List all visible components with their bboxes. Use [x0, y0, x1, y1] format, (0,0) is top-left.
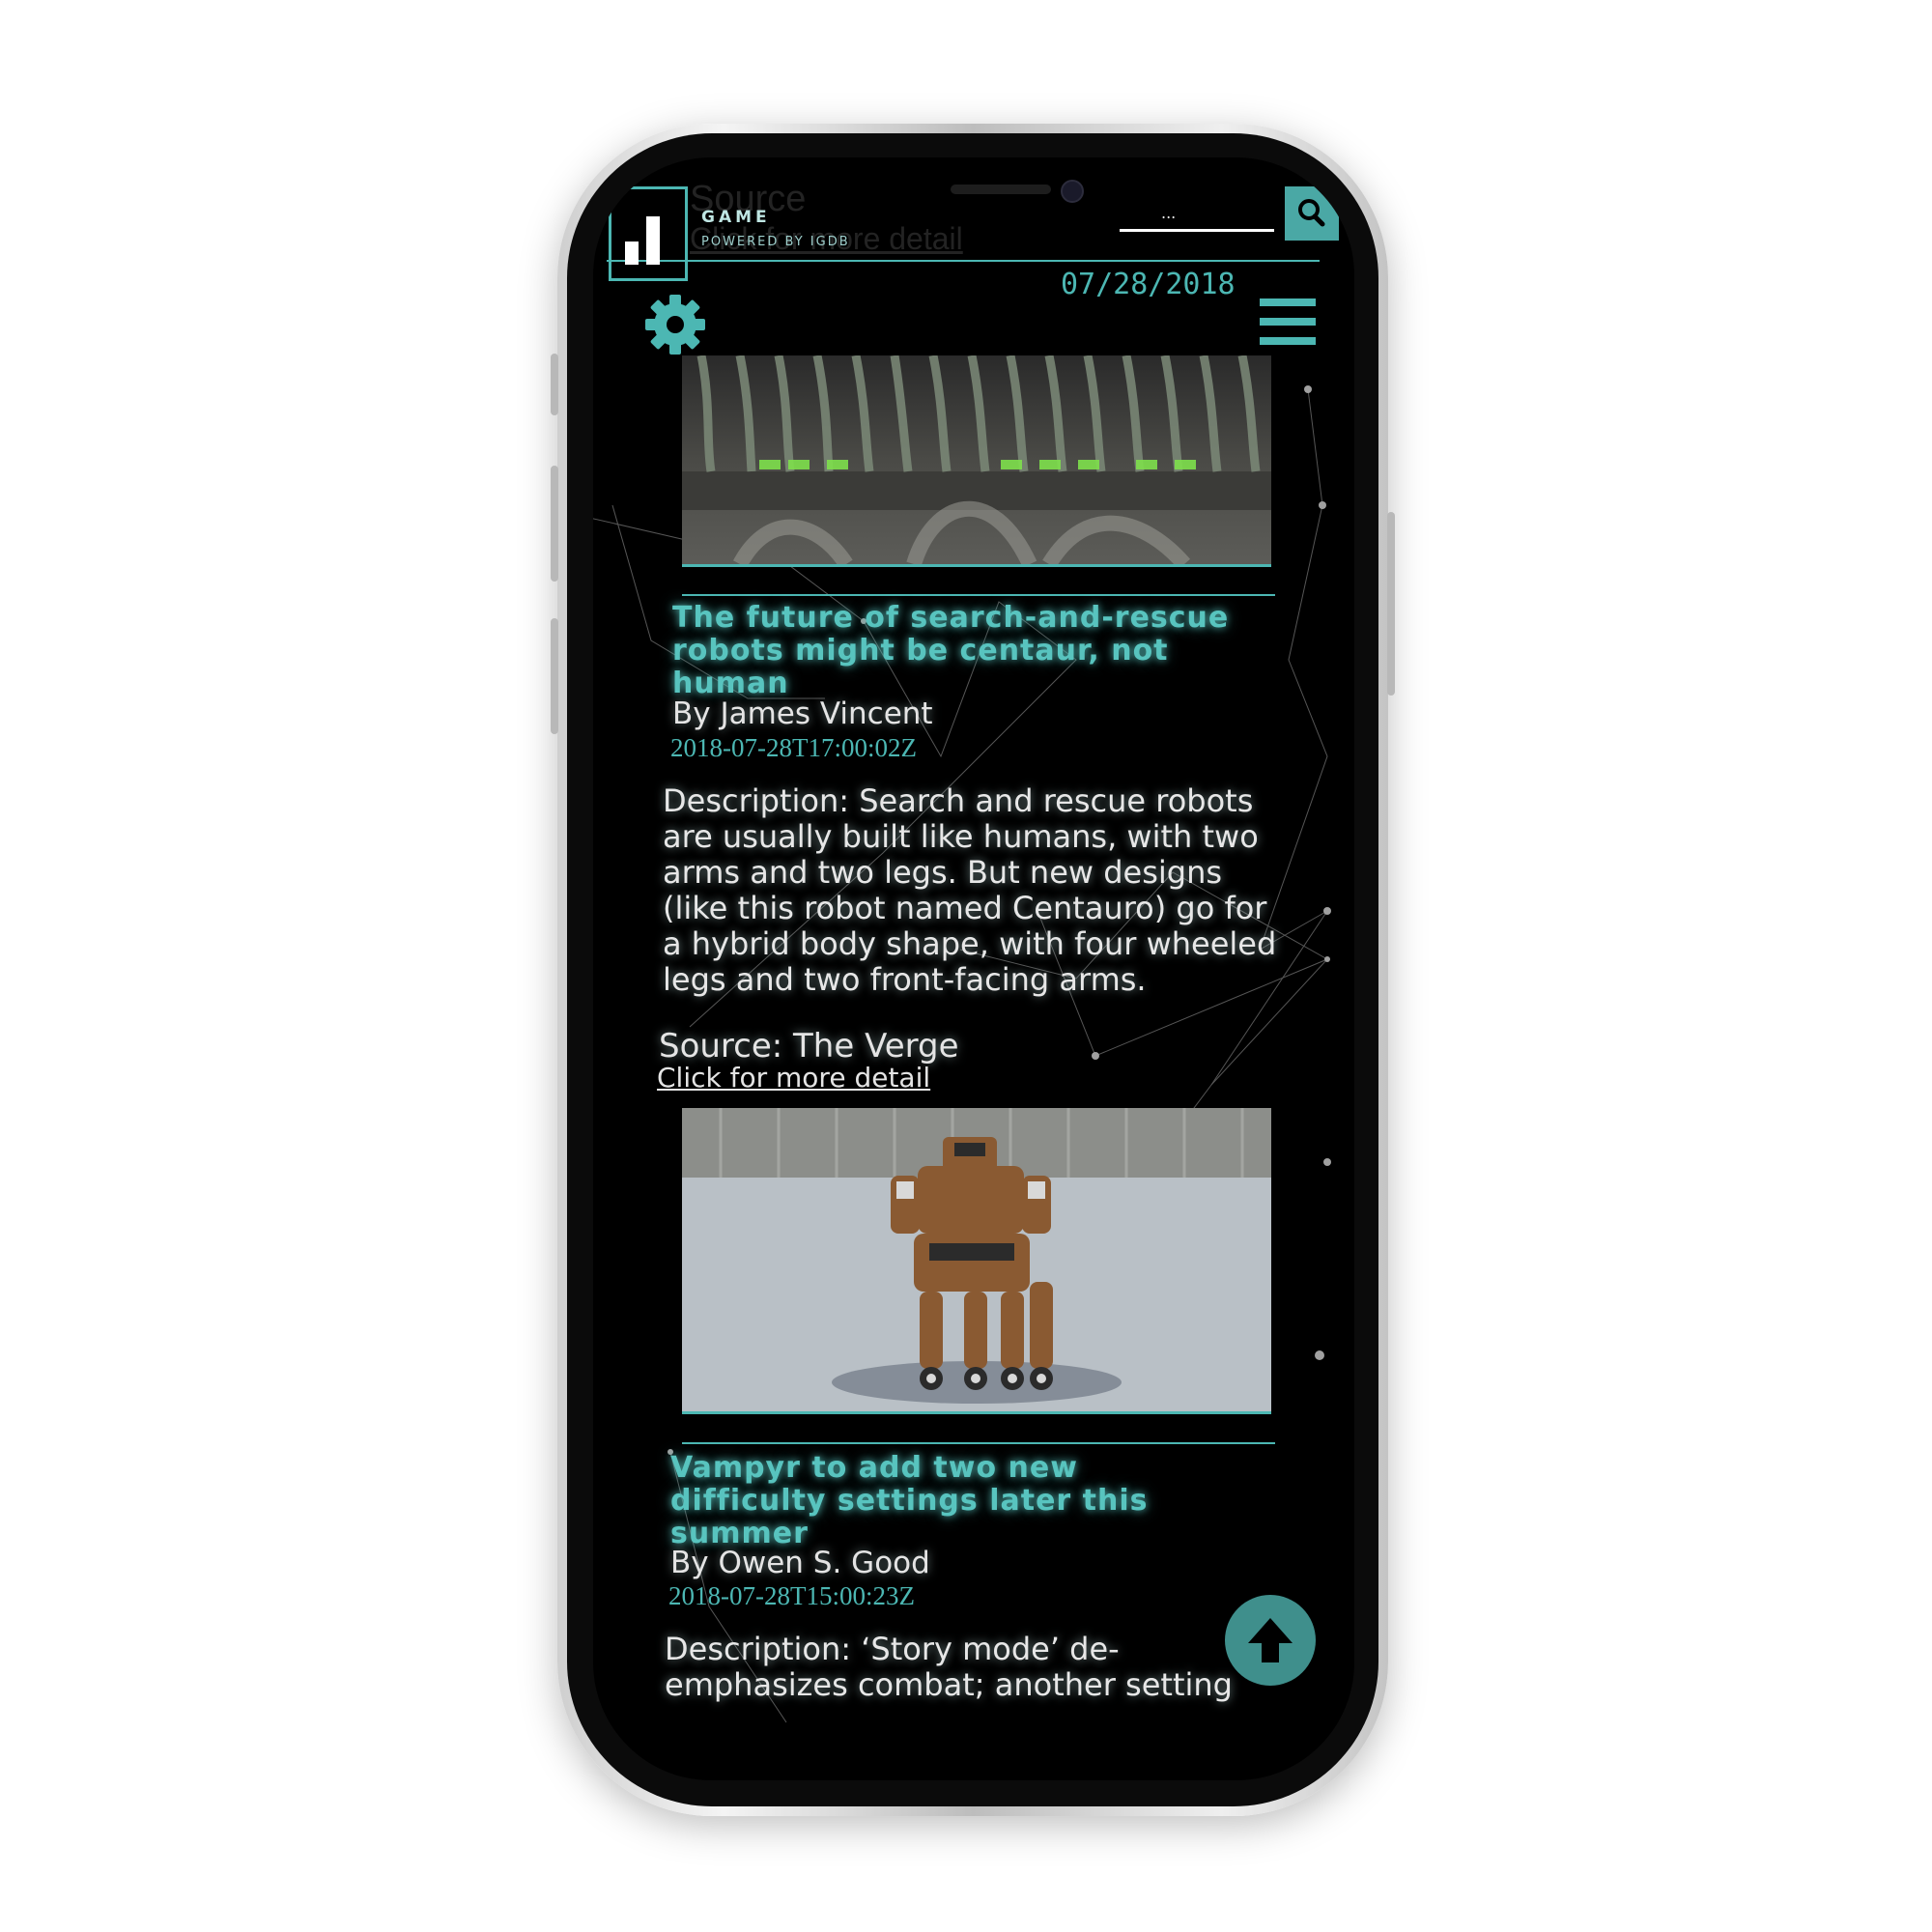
earpiece-speaker [951, 185, 1051, 194]
article-source: Source: The Verge [659, 1027, 959, 1065]
hamburger-menu-icon-line-3 [1260, 337, 1316, 345]
article-more-link[interactable]: Click for more detail [657, 1062, 930, 1094]
article-image[interactable] [682, 1108, 1271, 1414]
article-description: Description: Search and rescue robots ar… [663, 782, 1277, 998]
gear-icon [645, 295, 705, 355]
search-input-underline [1120, 229, 1274, 232]
article-timestamp: 2018-07-28T15:00:23Z [668, 1581, 915, 1610]
article-author: By Owen S. Good [670, 1546, 930, 1580]
hamburger-menu-icon-line-1 [1260, 298, 1316, 306]
article-divider [682, 594, 1275, 596]
silent-switch [551, 354, 558, 415]
front-camera [1061, 180, 1084, 203]
settings-button[interactable] [643, 293, 707, 360]
current-date: 07/28/2018 [1061, 268, 1236, 301]
menu-button[interactable] [1260, 298, 1316, 356]
article-timestamp: 2018-07-28T17:00:02Z [670, 733, 917, 762]
power-button [1387, 512, 1395, 696]
volume-up-button [551, 466, 558, 582]
server-cables-photo [682, 355, 1271, 564]
hamburger-menu-icon-line-2 [1260, 318, 1316, 326]
arrow-up-icon [1248, 1618, 1293, 1662]
powered-by-label: POWERED BY IGDB [701, 235, 850, 249]
brand-name: GAME [701, 208, 771, 227]
volume-down-button [551, 618, 558, 734]
article-divider [682, 1442, 1275, 1444]
article-image[interactable] [682, 355, 1271, 567]
app-screen: Source Click for more detail GAME POWERE… [593, 157, 1354, 1780]
search-button[interactable] [1285, 186, 1339, 241]
article-title[interactable]: Vampyr to add two new difficulty setting… [670, 1452, 1211, 1550]
logo-bar-tall [646, 216, 660, 265]
article-author: By James Vincent [672, 696, 933, 731]
logo-bar-short [625, 242, 639, 265]
search-input[interactable]: ... [1161, 204, 1176, 222]
header-divider [607, 260, 1320, 262]
search-icon [1298, 199, 1325, 227]
article-title[interactable]: The future of search-and-rescue robots m… [672, 602, 1271, 700]
app-logo[interactable] [609, 186, 688, 281]
centaur-robot-photo [682, 1108, 1271, 1411]
article-description: Description: ‘Story mode’ de-emphasizes … [665, 1631, 1233, 1703]
scroll-to-top-button[interactable] [1225, 1595, 1316, 1686]
